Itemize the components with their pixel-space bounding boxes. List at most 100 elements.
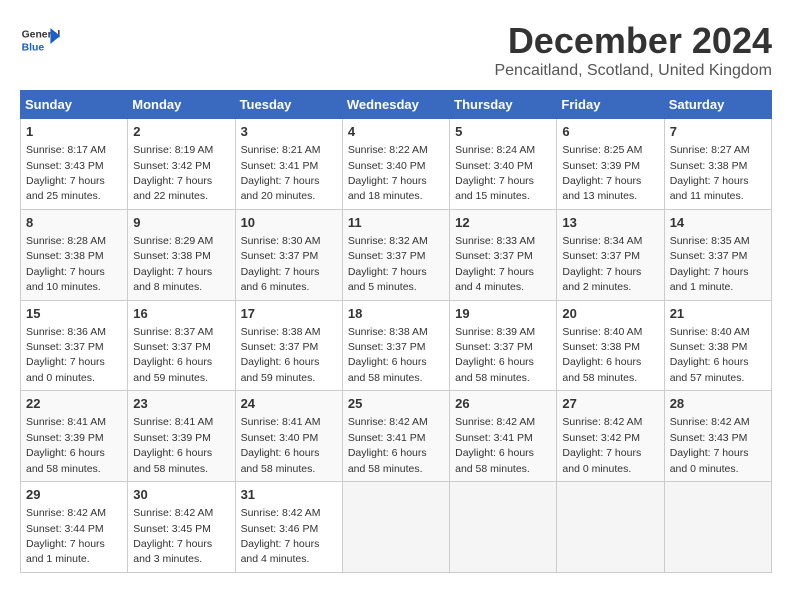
calendar-cell: 29 Sunrise: 8:42 AMSunset: 3:44 PMDaylig… (21, 482, 128, 573)
logo: General Blue (20, 20, 64, 60)
day-number: 4 (348, 123, 444, 141)
title-block: December 2024 Pencaitland, Scotland, Uni… (494, 20, 772, 80)
day-number: 22 (26, 395, 122, 413)
day-info: Sunrise: 8:27 AMSunset: 3:38 PMDaylight:… (670, 144, 750, 202)
day-number: 30 (133, 486, 229, 504)
calendar-week-2: 8 Sunrise: 8:28 AMSunset: 3:38 PMDayligh… (21, 209, 772, 300)
calendar-cell: 28 Sunrise: 8:42 AMSunset: 3:43 PMDaylig… (664, 391, 771, 482)
day-info: Sunrise: 8:32 AMSunset: 3:37 PMDaylight:… (348, 235, 428, 293)
location-title: Pencaitland, Scotland, United Kingdom (494, 62, 772, 80)
day-number: 17 (241, 305, 337, 323)
calendar-cell: 27 Sunrise: 8:42 AMSunset: 3:42 PMDaylig… (557, 391, 664, 482)
day-info: Sunrise: 8:41 AMSunset: 3:39 PMDaylight:… (26, 416, 106, 474)
calendar-cell (450, 482, 557, 573)
calendar-cell: 26 Sunrise: 8:42 AMSunset: 3:41 PMDaylig… (450, 391, 557, 482)
day-info: Sunrise: 8:39 AMSunset: 3:37 PMDaylight:… (455, 326, 535, 384)
calendar-cell: 11 Sunrise: 8:32 AMSunset: 3:37 PMDaylig… (342, 209, 449, 300)
day-info: Sunrise: 8:40 AMSunset: 3:38 PMDaylight:… (562, 326, 642, 384)
day-number: 6 (562, 123, 658, 141)
calendar-cell: 13 Sunrise: 8:34 AMSunset: 3:37 PMDaylig… (557, 209, 664, 300)
calendar-cell: 30 Sunrise: 8:42 AMSunset: 3:45 PMDaylig… (128, 482, 235, 573)
day-info: Sunrise: 8:42 AMSunset: 3:42 PMDaylight:… (562, 416, 642, 474)
page-header: General Blue December 2024 Pencaitland, … (20, 20, 772, 80)
day-number: 19 (455, 305, 551, 323)
calendar-cell: 2 Sunrise: 8:19 AMSunset: 3:42 PMDayligh… (128, 119, 235, 210)
weekday-header-monday: Monday (128, 91, 235, 119)
day-number: 2 (133, 123, 229, 141)
day-number: 5 (455, 123, 551, 141)
day-number: 10 (241, 214, 337, 232)
day-info: Sunrise: 8:40 AMSunset: 3:38 PMDaylight:… (670, 326, 750, 384)
svg-text:Blue: Blue (22, 42, 45, 53)
weekday-header-tuesday: Tuesday (235, 91, 342, 119)
day-number: 13 (562, 214, 658, 232)
calendar-cell: 18 Sunrise: 8:38 AMSunset: 3:37 PMDaylig… (342, 300, 449, 391)
calendar-cell: 23 Sunrise: 8:41 AMSunset: 3:39 PMDaylig… (128, 391, 235, 482)
calendar-cell: 1 Sunrise: 8:17 AMSunset: 3:43 PMDayligh… (21, 119, 128, 210)
day-info: Sunrise: 8:42 AMSunset: 3:44 PMDaylight:… (26, 507, 106, 565)
calendar-cell: 8 Sunrise: 8:28 AMSunset: 3:38 PMDayligh… (21, 209, 128, 300)
calendar-table: SundayMondayTuesdayWednesdayThursdayFrid… (20, 90, 772, 573)
weekday-header-friday: Friday (557, 91, 664, 119)
day-info: Sunrise: 8:42 AMSunset: 3:41 PMDaylight:… (348, 416, 428, 474)
day-info: Sunrise: 8:42 AMSunset: 3:41 PMDaylight:… (455, 416, 535, 474)
day-number: 27 (562, 395, 658, 413)
calendar-cell: 6 Sunrise: 8:25 AMSunset: 3:39 PMDayligh… (557, 119, 664, 210)
day-info: Sunrise: 8:42 AMSunset: 3:46 PMDaylight:… (241, 507, 321, 565)
day-info: Sunrise: 8:29 AMSunset: 3:38 PMDaylight:… (133, 235, 213, 293)
day-info: Sunrise: 8:33 AMSunset: 3:37 PMDaylight:… (455, 235, 535, 293)
day-info: Sunrise: 8:41 AMSunset: 3:40 PMDaylight:… (241, 416, 321, 474)
day-info: Sunrise: 8:42 AMSunset: 3:45 PMDaylight:… (133, 507, 213, 565)
month-title: December 2024 (494, 20, 772, 62)
calendar-cell: 31 Sunrise: 8:42 AMSunset: 3:46 PMDaylig… (235, 482, 342, 573)
calendar-cell: 14 Sunrise: 8:35 AMSunset: 3:37 PMDaylig… (664, 209, 771, 300)
day-number: 15 (26, 305, 122, 323)
calendar-week-4: 22 Sunrise: 8:41 AMSunset: 3:39 PMDaylig… (21, 391, 772, 482)
calendar-cell (342, 482, 449, 573)
day-number: 12 (455, 214, 551, 232)
day-number: 1 (26, 123, 122, 141)
day-number: 14 (670, 214, 766, 232)
day-info: Sunrise: 8:42 AMSunset: 3:43 PMDaylight:… (670, 416, 750, 474)
weekday-header-row: SundayMondayTuesdayWednesdayThursdayFrid… (21, 91, 772, 119)
weekday-header-saturday: Saturday (664, 91, 771, 119)
calendar-cell: 16 Sunrise: 8:37 AMSunset: 3:37 PMDaylig… (128, 300, 235, 391)
weekday-header-thursday: Thursday (450, 91, 557, 119)
calendar-week-1: 1 Sunrise: 8:17 AMSunset: 3:43 PMDayligh… (21, 119, 772, 210)
day-info: Sunrise: 8:36 AMSunset: 3:37 PMDaylight:… (26, 326, 106, 384)
calendar-cell: 24 Sunrise: 8:41 AMSunset: 3:40 PMDaylig… (235, 391, 342, 482)
day-number: 3 (241, 123, 337, 141)
day-number: 31 (241, 486, 337, 504)
day-number: 26 (455, 395, 551, 413)
calendar-cell: 12 Sunrise: 8:33 AMSunset: 3:37 PMDaylig… (450, 209, 557, 300)
day-number: 8 (26, 214, 122, 232)
calendar-week-5: 29 Sunrise: 8:42 AMSunset: 3:44 PMDaylig… (21, 482, 772, 573)
day-number: 23 (133, 395, 229, 413)
calendar-week-3: 15 Sunrise: 8:36 AMSunset: 3:37 PMDaylig… (21, 300, 772, 391)
day-number: 7 (670, 123, 766, 141)
calendar-cell: 20 Sunrise: 8:40 AMSunset: 3:38 PMDaylig… (557, 300, 664, 391)
weekday-header-wednesday: Wednesday (342, 91, 449, 119)
day-info: Sunrise: 8:19 AMSunset: 3:42 PMDaylight:… (133, 144, 213, 202)
calendar-cell: 19 Sunrise: 8:39 AMSunset: 3:37 PMDaylig… (450, 300, 557, 391)
calendar-cell: 17 Sunrise: 8:38 AMSunset: 3:37 PMDaylig… (235, 300, 342, 391)
day-info: Sunrise: 8:24 AMSunset: 3:40 PMDaylight:… (455, 144, 535, 202)
calendar-cell: 4 Sunrise: 8:22 AMSunset: 3:40 PMDayligh… (342, 119, 449, 210)
calendar-cell (557, 482, 664, 573)
weekday-header-sunday: Sunday (21, 91, 128, 119)
day-number: 20 (562, 305, 658, 323)
day-info: Sunrise: 8:35 AMSunset: 3:37 PMDaylight:… (670, 235, 750, 293)
day-info: Sunrise: 8:28 AMSunset: 3:38 PMDaylight:… (26, 235, 106, 293)
day-number: 29 (26, 486, 122, 504)
day-info: Sunrise: 8:38 AMSunset: 3:37 PMDaylight:… (348, 326, 428, 384)
calendar-cell: 10 Sunrise: 8:30 AMSunset: 3:37 PMDaylig… (235, 209, 342, 300)
day-number: 16 (133, 305, 229, 323)
day-info: Sunrise: 8:17 AMSunset: 3:43 PMDaylight:… (26, 144, 106, 202)
calendar-cell (664, 482, 771, 573)
calendar-cell: 7 Sunrise: 8:27 AMSunset: 3:38 PMDayligh… (664, 119, 771, 210)
calendar-cell: 22 Sunrise: 8:41 AMSunset: 3:39 PMDaylig… (21, 391, 128, 482)
day-number: 11 (348, 214, 444, 232)
calendar-cell: 9 Sunrise: 8:29 AMSunset: 3:38 PMDayligh… (128, 209, 235, 300)
day-info: Sunrise: 8:34 AMSunset: 3:37 PMDaylight:… (562, 235, 642, 293)
day-info: Sunrise: 8:37 AMSunset: 3:37 PMDaylight:… (133, 326, 213, 384)
